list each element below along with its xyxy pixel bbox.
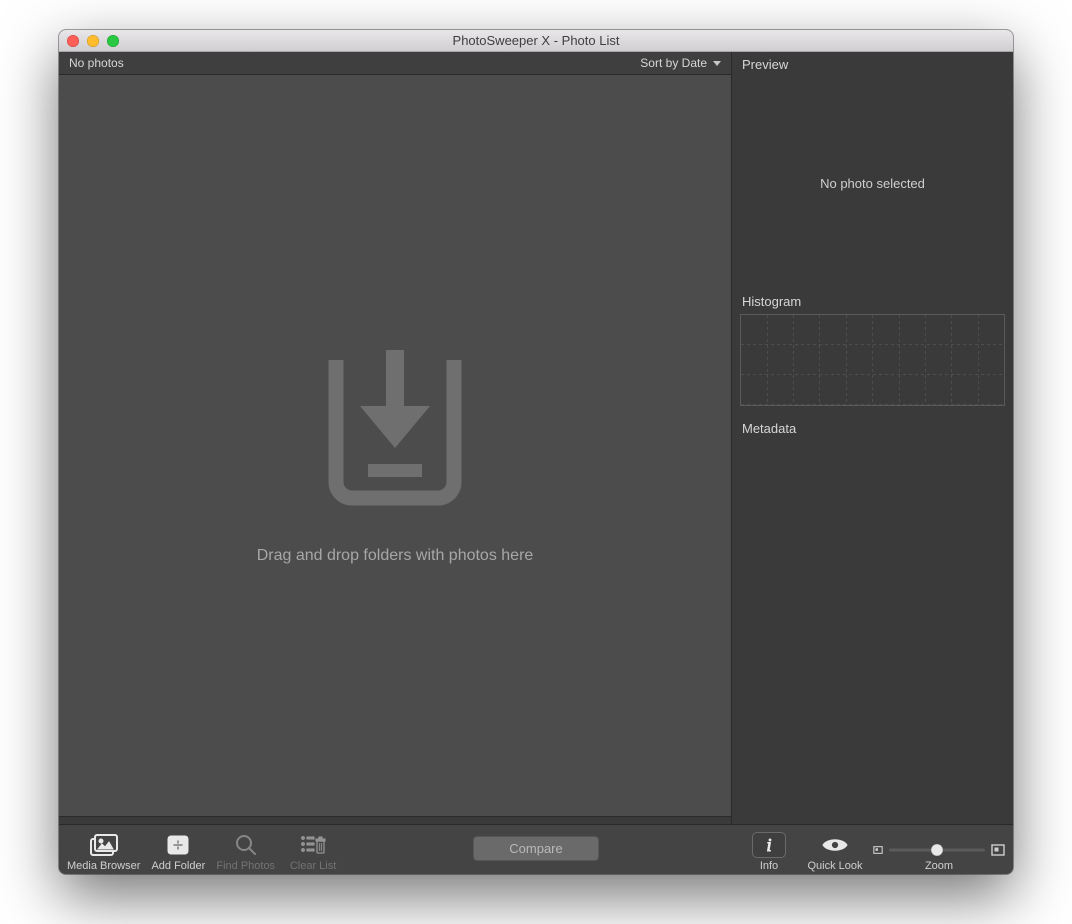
sort-menu[interactable]: Sort by Date	[640, 56, 721, 70]
compare-wrap: Compare	[473, 836, 599, 861]
side-panel: Preview No photo selected Histogram Meta…	[732, 52, 1013, 824]
compare-button[interactable]: Compare	[473, 836, 599, 861]
media-browser-button[interactable]: Media Browser	[67, 826, 140, 872]
preview-placeholder-text: No photo selected	[820, 176, 925, 191]
magnifier-icon	[234, 832, 258, 858]
app-body: No photos Sort by Date Drag and drop fol…	[59, 52, 1013, 824]
chevron-down-icon	[713, 61, 721, 66]
compare-label: Compare	[509, 841, 562, 856]
svg-text:i: i	[766, 836, 771, 854]
toolbar-right-group: i Info Quick Look	[741, 826, 1005, 872]
photo-count-label: No photos	[69, 56, 124, 70]
titlebar[interactable]: PhotoSweeper X - Photo List	[59, 30, 1013, 52]
add-folder-button[interactable]: Add Folder	[150, 826, 206, 872]
zoom-label: Zoom	[925, 860, 953, 872]
metadata-area	[732, 441, 1013, 824]
traffic-lights	[67, 35, 119, 47]
download-tray-icon	[300, 326, 490, 519]
zoom-knob[interactable]	[931, 844, 943, 856]
toolbar-left-group: Media Browser Add Folder	[67, 826, 341, 872]
main-spacer	[59, 816, 731, 824]
quick-look-button[interactable]: Quick Look	[807, 826, 863, 872]
zoom-slider[interactable]	[889, 843, 985, 857]
eye-icon	[821, 832, 849, 858]
window-minimize-button[interactable]	[87, 35, 99, 47]
zoom-out-icon[interactable]	[873, 845, 883, 855]
info-label: Info	[760, 860, 778, 872]
media-browser-label: Media Browser	[67, 860, 140, 872]
drop-instruction-text: Drag and drop folders with photos here	[257, 547, 534, 565]
zoom-control: Zoom	[873, 826, 1005, 872]
window-zoom-button[interactable]	[107, 35, 119, 47]
bottom-toolbar: Media Browser Add Folder	[59, 824, 1013, 874]
media-browser-icon	[90, 832, 118, 858]
metadata-section-label: Metadata	[732, 416, 1013, 441]
window-title: PhotoSweeper X - Photo List	[59, 33, 1013, 48]
find-photos-button: Find Photos	[216, 826, 275, 872]
preview-section-label: Preview	[732, 52, 1013, 77]
quick-look-label: Quick Look	[807, 860, 862, 872]
preview-area: No photo selected	[732, 77, 1013, 289]
app-window: PhotoSweeper X - Photo List No photos So…	[59, 30, 1013, 874]
histogram-panel	[732, 314, 1013, 416]
info-icon: i	[752, 832, 786, 858]
photo-list-header: No photos Sort by Date	[59, 52, 731, 75]
clear-list-button: Clear List	[285, 826, 341, 872]
find-photos-label: Find Photos	[216, 860, 275, 872]
zoom-in-icon[interactable]	[991, 844, 1005, 856]
window-close-button[interactable]	[67, 35, 79, 47]
add-folder-icon	[166, 832, 190, 858]
histogram-grid	[740, 314, 1005, 406]
histogram-section-label: Histogram	[732, 289, 1013, 314]
main-column: No photos Sort by Date Drag and drop fol…	[59, 52, 732, 824]
sort-label: Sort by Date	[640, 56, 707, 70]
add-folder-label: Add Folder	[151, 860, 205, 872]
info-toggle-button[interactable]: i Info	[741, 826, 797, 872]
clear-list-label: Clear List	[290, 860, 336, 872]
photo-drop-zone[interactable]: Drag and drop folders with photos here	[59, 75, 731, 816]
clear-list-icon	[300, 832, 326, 858]
